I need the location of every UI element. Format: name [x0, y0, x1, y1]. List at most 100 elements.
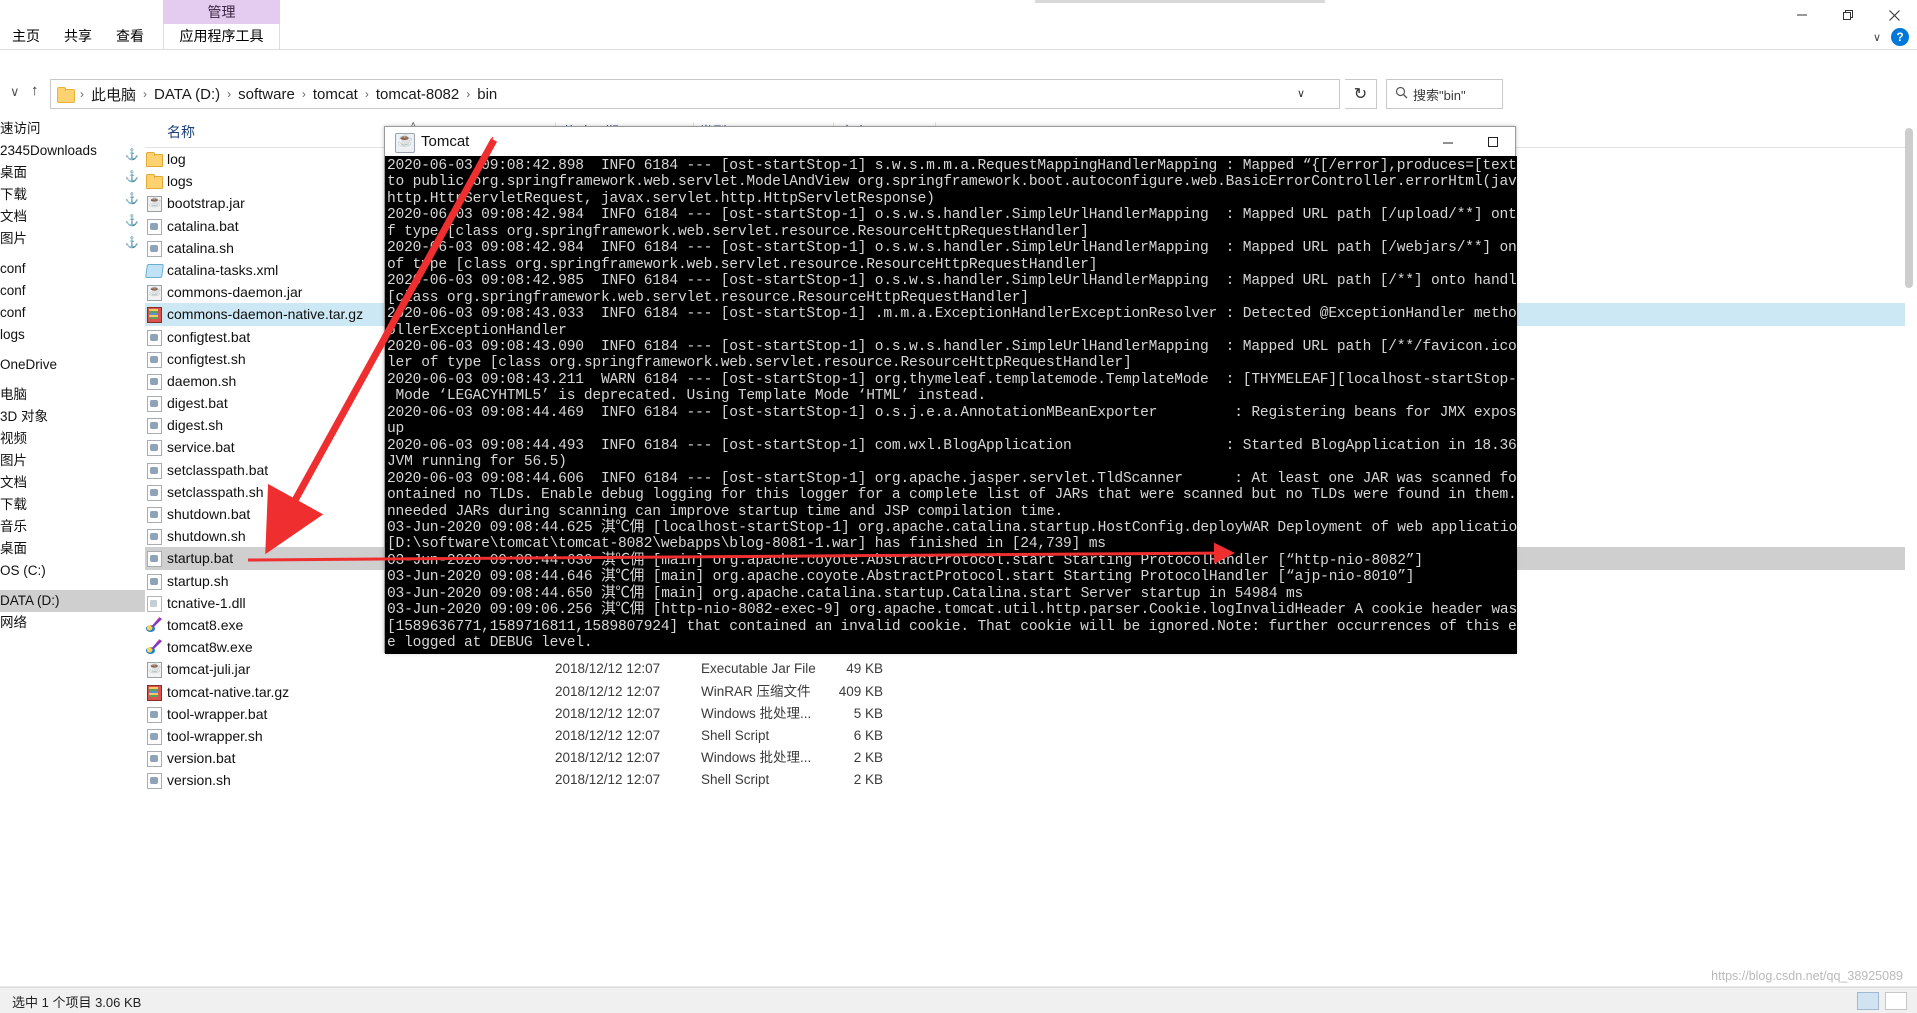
- tab-share[interactable]: 共享: [60, 24, 96, 50]
- pin-icon[interactable]: ⚓: [125, 188, 139, 205]
- file-type: WinRAR 压缩文件: [701, 683, 811, 699]
- file-name: tool-wrapper.sh: [167, 727, 263, 744]
- nav-item[interactable]: 音乐: [0, 516, 145, 538]
- exe-icon: [145, 617, 163, 633]
- table-row[interactable]: version.bat 2018/12/12 12:07 Windows 批处理..…: [145, 747, 1905, 769]
- exe-icon: [145, 639, 163, 655]
- bat-icon: [145, 550, 163, 568]
- search-box[interactable]: 搜索"bin": [1386, 79, 1503, 109]
- rar-icon: [145, 684, 163, 701]
- file-date: 2018/12/12 12:07: [555, 661, 661, 677]
- nav-item-label: 文档: [0, 475, 27, 490]
- view-mode-buttons: [1857, 992, 1907, 1010]
- minimize-button[interactable]: [1779, 0, 1825, 30]
- nav-item[interactable]: logs: [0, 324, 145, 346]
- pin-icon[interactable]: ⚓: [125, 166, 139, 183]
- ribbon-divider: [0, 49, 1917, 50]
- nav-item[interactable]: 速访问: [0, 118, 145, 140]
- breadcrumb-item-0[interactable]: 此电脑: [88, 84, 139, 105]
- nav-item[interactable]: DATA (D:): [0, 590, 145, 612]
- bat-icon: [145, 772, 163, 790]
- breadcrumb-item-2[interactable]: software: [235, 86, 298, 103]
- file-size: 409 KB: [838, 683, 883, 699]
- nav-item[interactable]: 视频: [0, 428, 145, 450]
- nav-item[interactable]: 文档: [0, 472, 145, 494]
- nav-item-label: 图片: [0, 453, 27, 468]
- title-bar-remnant: [1035, 0, 1325, 3]
- nav-item[interactable]: 下载: [0, 494, 145, 516]
- help-icon[interactable]: ?: [1891, 28, 1909, 46]
- console-window-controls: [1425, 127, 1515, 156]
- console-log-output[interactable]: 2020-06-03 09:08:42.898 INFO 6184 --- [o…: [385, 156, 1517, 654]
- nav-item[interactable]: 网络: [0, 612, 145, 634]
- nav-item[interactable]: conf: [0, 280, 145, 302]
- nav-group-spacer: [0, 376, 145, 384]
- folder-icon: [145, 173, 163, 190]
- nav-item[interactable]: conf: [0, 258, 145, 280]
- tab-app-tools[interactable]: 应用程序工具: [163, 24, 280, 50]
- bat-icon: [145, 417, 163, 435]
- nav-item[interactable]: conf: [0, 302, 145, 324]
- file-date: 2018/12/12 12:07: [555, 705, 661, 721]
- breadcrumb-item-4[interactable]: tomcat-8082: [373, 86, 462, 103]
- table-row[interactable]: tomcat-juli.jar 2018/12/12 12:07 Executabl…: [145, 658, 1905, 680]
- console-title-bar[interactable]: Tomcat: [385, 127, 1515, 156]
- nav-item[interactable]: 图片: [0, 450, 145, 472]
- file-name: tomcat8.exe: [167, 616, 244, 633]
- file-name: commons-daemon-native.tar.gz: [167, 306, 364, 323]
- chevron-down-icon[interactable]: ∨: [1297, 87, 1305, 100]
- table-row[interactable]: version.sh 2018/12/12 12:07 Shell Script 2 …: [145, 769, 1905, 791]
- nav-item[interactable]: OS (C:): [0, 560, 145, 582]
- address-bar[interactable]: › 此电脑 › DATA (D:) › software › tomcat › …: [50, 79, 1340, 109]
- address-bar-row: ∨ ↑ › 此电脑 › DATA (D:) › software › tomca…: [0, 78, 1917, 110]
- nav-item-label: 音乐: [0, 519, 27, 534]
- status-text: 选中 1 个项目 3.06 KB: [12, 995, 142, 1010]
- restore-button[interactable]: [1825, 0, 1871, 30]
- breadcrumb-item-1[interactable]: DATA (D:): [151, 86, 223, 103]
- pin-icon[interactable]: ⚓: [125, 144, 139, 161]
- breadcrumb-separator: ›: [466, 87, 471, 101]
- close-button[interactable]: [1871, 0, 1917, 30]
- bat-icon: [145, 706, 163, 723]
- pin-icon[interactable]: ⚓: [125, 232, 139, 249]
- up-arrow-icon[interactable]: ↑: [31, 82, 39, 99]
- console-title: Tomcat: [421, 133, 470, 150]
- console-maximize-button[interactable]: [1470, 127, 1515, 156]
- table-row[interactable]: tool-wrapper.bat 2018/12/12 12:07 Windows …: [145, 703, 1905, 725]
- table-row[interactable]: tomcat-native.tar.gz 2018/12/12 12:07 WinR…: [145, 681, 1905, 703]
- breadcrumb-item-3[interactable]: tomcat: [310, 86, 361, 103]
- column-header-name[interactable]: 名称: [167, 118, 195, 147]
- nav-item[interactable]: 桌面 ⚓: [0, 162, 145, 184]
- nav-item-label: 2345Downloads: [0, 143, 97, 158]
- breadcrumb-item-5[interactable]: bin: [474, 86, 500, 103]
- search-input[interactable]: 搜索"bin": [1413, 85, 1466, 104]
- nav-item[interactable]: 2345Downloads ⚓: [0, 140, 145, 162]
- file-name: tool-wrapper.bat: [167, 705, 268, 722]
- nav-item[interactable]: 下载 ⚓: [0, 184, 145, 206]
- tab-view[interactable]: 查看: [112, 24, 148, 50]
- tomcat-console-window[interactable]: Tomcat 2020-06-03 09:08:42.898 INFO 6184…: [384, 126, 1517, 654]
- nav-item[interactable]: 图片 ⚓: [0, 228, 145, 250]
- details-view-button[interactable]: [1857, 992, 1879, 1010]
- table-row[interactable]: tool-wrapper.sh 2018/12/12 12:07 Shell Scr…: [145, 725, 1905, 747]
- file-name: configtest.bat: [167, 328, 251, 345]
- file-date: 2018/12/12 12:07: [555, 683, 661, 699]
- file-size: 2 KB: [853, 750, 883, 766]
- nav-item[interactable]: 3D 对象: [0, 406, 145, 428]
- nav-item[interactable]: 电脑: [0, 384, 145, 406]
- vertical-scrollbar-thumb[interactable]: [1905, 128, 1913, 288]
- history-dropdown-icon[interactable]: ∨: [10, 84, 20, 100]
- nav-item-label: 文档: [0, 209, 27, 224]
- tab-home[interactable]: 主页: [8, 24, 44, 50]
- console-minimize-button[interactable]: [1425, 127, 1470, 156]
- nav-item-label: conf: [0, 261, 26, 276]
- refresh-button[interactable]: ↻: [1345, 79, 1377, 109]
- pin-icon[interactable]: ⚓: [125, 210, 139, 227]
- file-name: catalina.bat: [167, 217, 239, 234]
- chevron-down-icon[interactable]: ∨: [1873, 31, 1881, 44]
- file-name: shutdown.bat: [167, 506, 251, 522]
- large-icons-view-button[interactable]: [1885, 992, 1907, 1010]
- nav-item[interactable]: 文档 ⚓: [0, 206, 145, 228]
- nav-item[interactable]: OneDrive: [0, 354, 145, 376]
- nav-item[interactable]: 桌面: [0, 538, 145, 560]
